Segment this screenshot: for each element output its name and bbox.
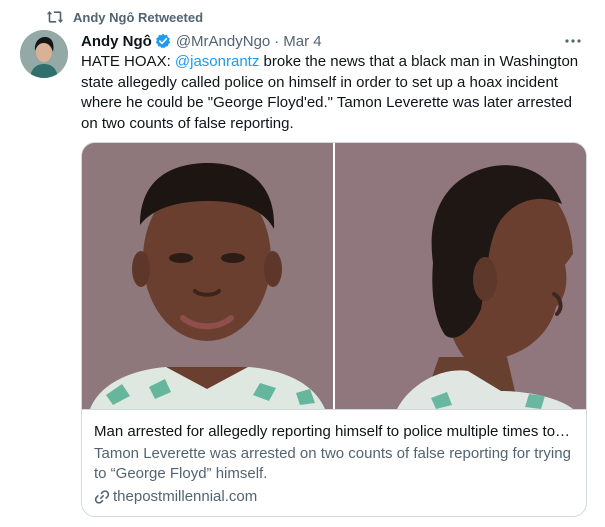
header-separator: · [274, 32, 280, 50]
card-image[interactable] [82, 143, 586, 409]
mention-link[interactable]: @jasonrantz [175, 53, 259, 70]
card-description: Tamon Leverette was arrested on two coun… [94, 445, 571, 482]
card-meta[interactable]: Man arrested for allegedly reporting him… [82, 409, 586, 516]
author-avatar[interactable] [20, 30, 68, 78]
retweet-context[interactable]: Andy Ngô Retweeted [46, 8, 203, 26]
card-domain-row[interactable]: thepostmillennial.com [94, 487, 574, 507]
link-card[interactable]: Man arrested for allegedly reporting him… [81, 142, 587, 517]
tweet-header: Andy Ngô @MrAndyNgo · Mar 4 [81, 31, 585, 51]
author-handle[interactable]: @MrAndyNgo [176, 33, 270, 50]
card-title[interactable]: Man arrested for allegedly reporting him… [94, 422, 574, 442]
author-name[interactable]: Andy Ngô [81, 33, 152, 50]
mugshot-profile-image [335, 143, 586, 409]
mugshot-front-image [82, 143, 333, 409]
card-domain[interactable]: thepostmillennial.com [113, 487, 257, 507]
verified-badge-icon [155, 33, 171, 49]
retweet-icon [46, 9, 64, 25]
tweet-date[interactable]: Mar 4 [283, 33, 321, 50]
tweet-text: HATE HOAX: @jasonrantz broke the news th… [81, 52, 591, 134]
retweet-label: Andy Ngô Retweeted [73, 9, 204, 25]
tweet-text-prefix: HATE HOAX: [81, 53, 175, 70]
link-icon [94, 489, 110, 505]
more-options-icon[interactable] [563, 31, 583, 51]
